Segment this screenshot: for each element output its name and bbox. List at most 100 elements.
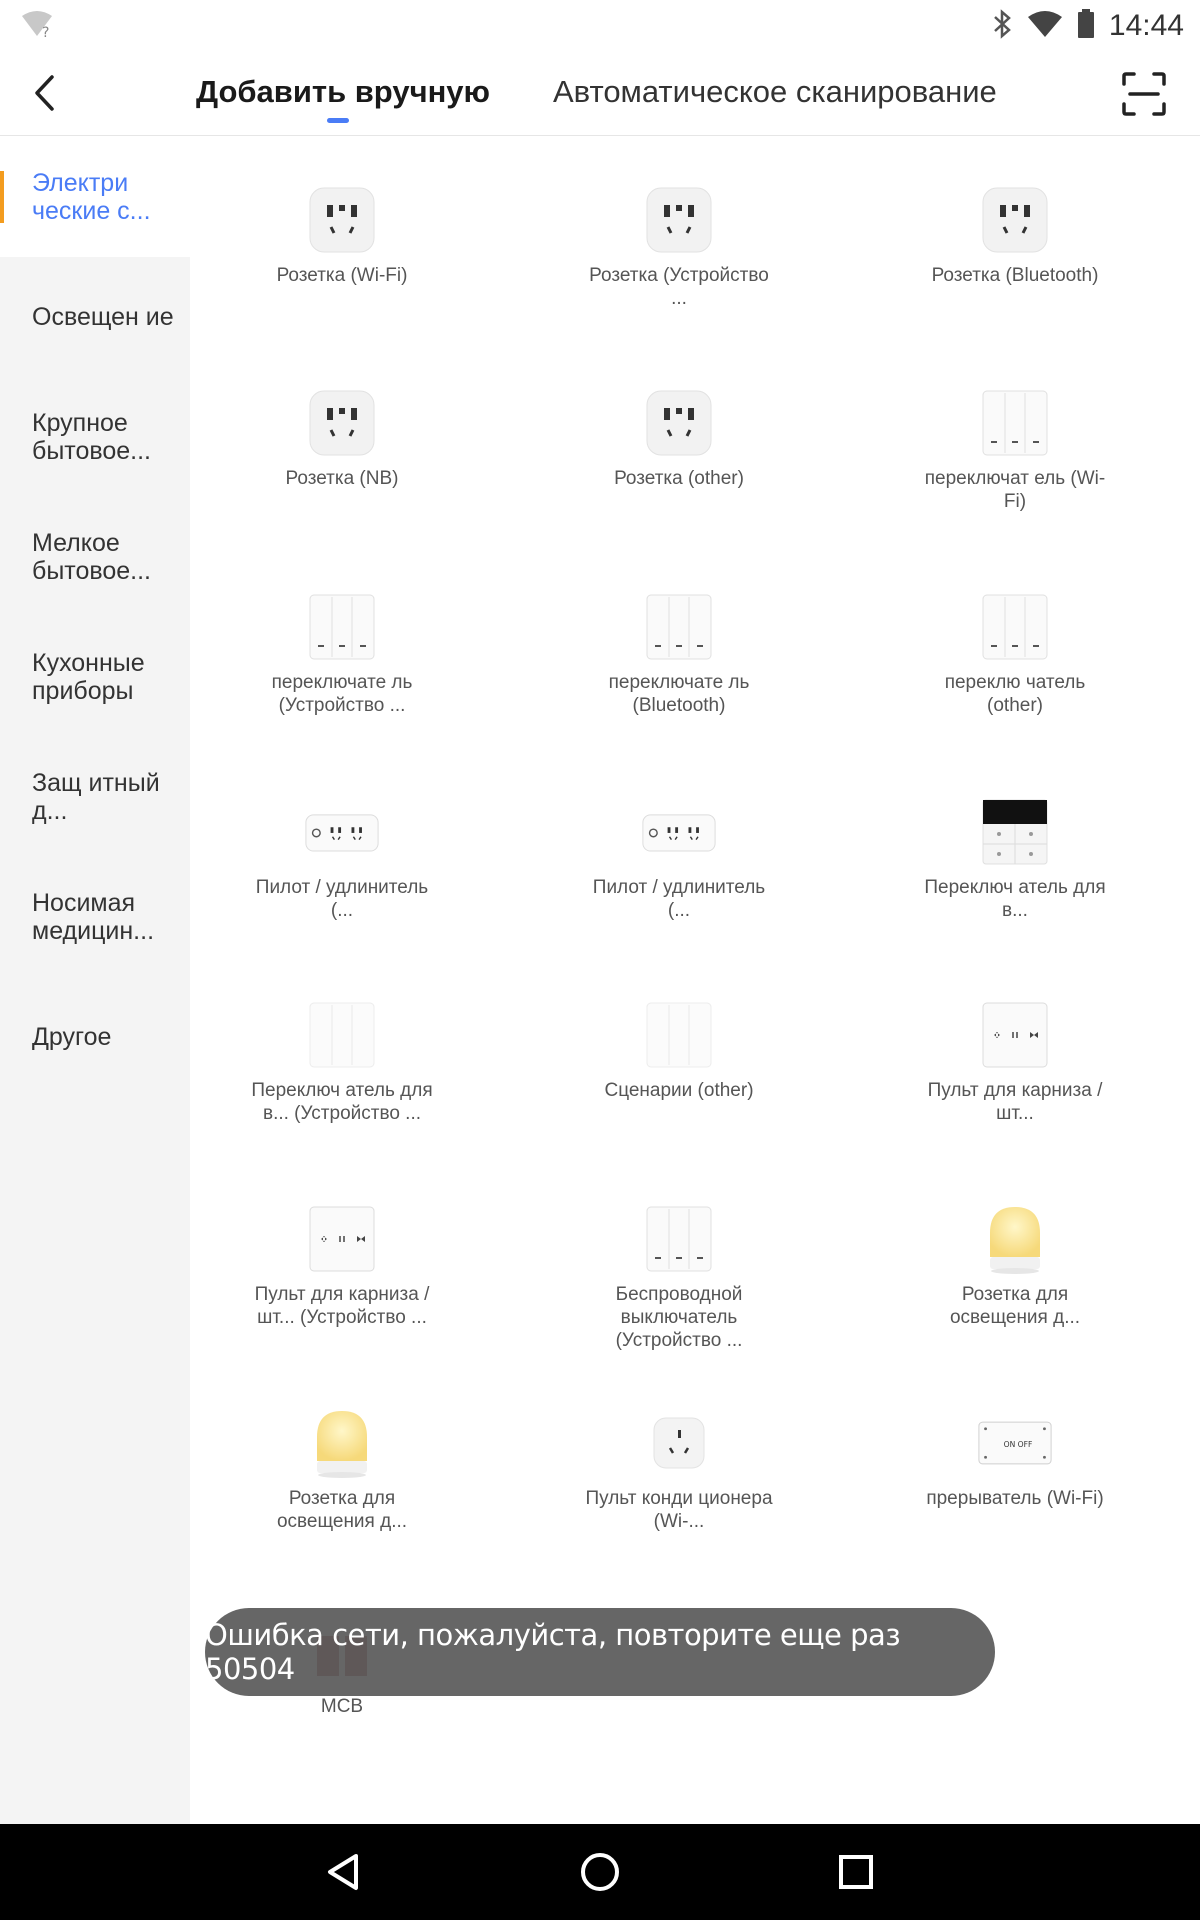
device-label: Переключ атель для в... (Устройство ... [251,1080,433,1124]
tab-add-manually[interactable]: Добавить вручную [196,74,490,110]
nav-back-icon [328,1854,358,1890]
blank-switch-icon [641,997,717,1073]
scene-panel-icon [977,794,1053,870]
sidebar-item-other[interactable]: Другое [0,977,190,1097]
device-tile[interactable]: Розетка (Wi-Fi) [242,182,442,287]
device-label: Пилот / удлинитель (... [592,877,766,921]
device-label: Розетка (Устройство ... [589,265,769,309]
bluetooth-icon [991,8,1013,44]
device-label: Розетка (other) [614,468,744,489]
device-tile[interactable]: Беспроводной выключатель (Устройство ... [579,1201,779,1352]
ac-remote-icon [641,1405,717,1481]
socket-icon [304,182,380,258]
device-tile[interactable]: Розетка (other) [579,385,779,490]
sidebar-item-wearable-health[interactable]: Носимая медицин... [0,857,190,977]
tab-auto-scan[interactable]: Автоматическое сканирование [553,74,997,110]
device-tile[interactable]: Розетка (Устройство ... [579,182,779,310]
device-tile[interactable]: переклю чатель (other) [915,589,1115,717]
device-tile[interactable]: Розетка (Bluetooth) [915,182,1115,287]
device-label: Пульт конди ционера (Wi-... [585,1488,773,1532]
socket-icon [977,182,1053,258]
battery-icon [1077,8,1095,44]
device-label: переключате ль (Bluetooth) [608,672,750,716]
device-label: Пилот / удлинитель (... [255,877,429,921]
curtain-switch-icon [977,997,1053,1073]
switch-icon [977,385,1053,461]
power-strip-icon [641,794,717,870]
nav-home-icon [581,1853,619,1891]
device-tile[interactable]: переключате ль (Устройство ... [242,589,442,717]
socket-icon [304,385,380,461]
socket-icon [641,182,717,258]
back-button[interactable] [24,68,64,118]
device-tile[interactable]: Пульт конди ционера (Wi-... [579,1405,779,1533]
device-label: Розетка (Wi-Fi) [276,265,408,286]
active-category-marker [0,171,4,223]
curtain-switch-icon [304,1201,380,1277]
device-label: Пульт для карниза / шт... [927,1080,1103,1124]
device-label: Розетка (NB) [285,468,399,489]
device-label: Пульт для карниза / шт... (Устройство ..… [254,1284,430,1328]
wifi-question-icon: ? [20,10,54,43]
switch-icon [977,589,1053,665]
device-tile[interactable]: ON OFF прерыватель (Wi-Fi) [915,1405,1115,1510]
device-label: переключат ель (Wi-Fi) [924,468,1106,512]
sidebar-item-label: Носимая медицин... [32,889,155,945]
device-label: переклю чатель (other) [944,672,1086,716]
device-label: Розетка для освещения д... [949,1284,1081,1328]
clock: 14:44 [1108,9,1184,42]
socket-icon [641,385,717,461]
sidebar-item-label: Крупное бытовое... [32,409,152,465]
error-toast: Ошибка сети, пожалуйста, повторите еще р… [205,1608,995,1696]
nav-back-button[interactable] [315,1844,371,1900]
device-label: MCB [320,1696,364,1717]
status-bar: ? 14:44 [0,0,1200,50]
device-tile[interactable]: Пульт для карниза / шт... (Устройство ..… [242,1201,442,1329]
sidebar-item-security[interactable]: Защ итный д... [0,737,190,857]
switch-icon [641,589,717,665]
scan-icon [1122,72,1166,116]
scan-button[interactable] [1120,70,1168,118]
device-label: Розетка (Bluetooth) [931,265,1099,286]
device-tile[interactable]: Переключ атель для в... (Устройство ... [242,997,442,1125]
device-label: прерыватель (Wi-Fi) [926,1488,1104,1509]
device-tile[interactable]: Розетка для освещения д... [915,1201,1115,1329]
sidebar-item-label: Электри ческие с... [32,169,151,225]
breaker-icon: ON OFF [977,1405,1053,1481]
device-tile[interactable]: Пульт для карниза / шт... [915,997,1115,1125]
device-tile[interactable]: Розетка для освещения д... [242,1405,442,1533]
device-tile[interactable]: Переключ атель для в... [915,794,1115,922]
device-label: Сценарии (other) [604,1080,754,1101]
category-sidebar: Электри ческие с... Освещен ие Крупное б… [0,137,190,1824]
device-tile[interactable]: Пилот / удлинитель (... [579,794,779,922]
device-label: Беспроводной выключатель (Устройство ... [615,1284,743,1351]
device-tile[interactable]: переключате ль (Bluetooth) [579,589,779,717]
sidebar-item-label: Кухонные приборы [32,649,145,705]
device-tile[interactable]: Сценарии (other) [579,997,779,1102]
svg-text:ON OFF: ON OFF [1004,1440,1033,1449]
device-grid: Розетка (Wi-Fi) Розетка (Устройство ... Ро… [190,137,1200,1824]
header: Добавить вручную Автоматическое сканиров… [0,50,1200,136]
sidebar-item-label: Мелкое бытовое... [32,529,152,585]
switch-icon [304,589,380,665]
lamp-icon [304,1405,380,1481]
sidebar-item-small-appliances[interactable]: Мелкое бытовое... [0,497,190,617]
sidebar-item-kitchen[interactable]: Кухонные приборы [0,617,190,737]
sidebar-item-large-appliances[interactable]: Крупное бытовое... [0,377,190,497]
nav-home-button[interactable] [572,1844,628,1900]
nav-recents-button[interactable] [828,1844,884,1900]
sidebar-item-electrical[interactable]: Электри ческие с... [0,137,190,257]
device-label: Розетка для освещения д... [276,1488,408,1532]
tab-active-indicator [327,118,349,123]
device-tile[interactable]: Розетка (NB) [242,385,442,490]
sidebar-item-label: Другое [32,1023,112,1051]
wifi-signal-icon [1027,9,1063,44]
device-label: Переключ атель для в... [924,877,1106,921]
device-tile[interactable]: переключат ель (Wi-Fi) [915,385,1115,513]
device-tile[interactable]: Пилот / удлинитель (... [242,794,442,922]
blank-switch-icon [304,997,380,1073]
sidebar-item-lighting[interactable]: Освещен ие [0,257,190,377]
status-icons: 14:44 [991,4,1184,48]
svg-text:?: ? [42,25,49,38]
sidebar-item-label: Защ итный д... [32,769,160,825]
